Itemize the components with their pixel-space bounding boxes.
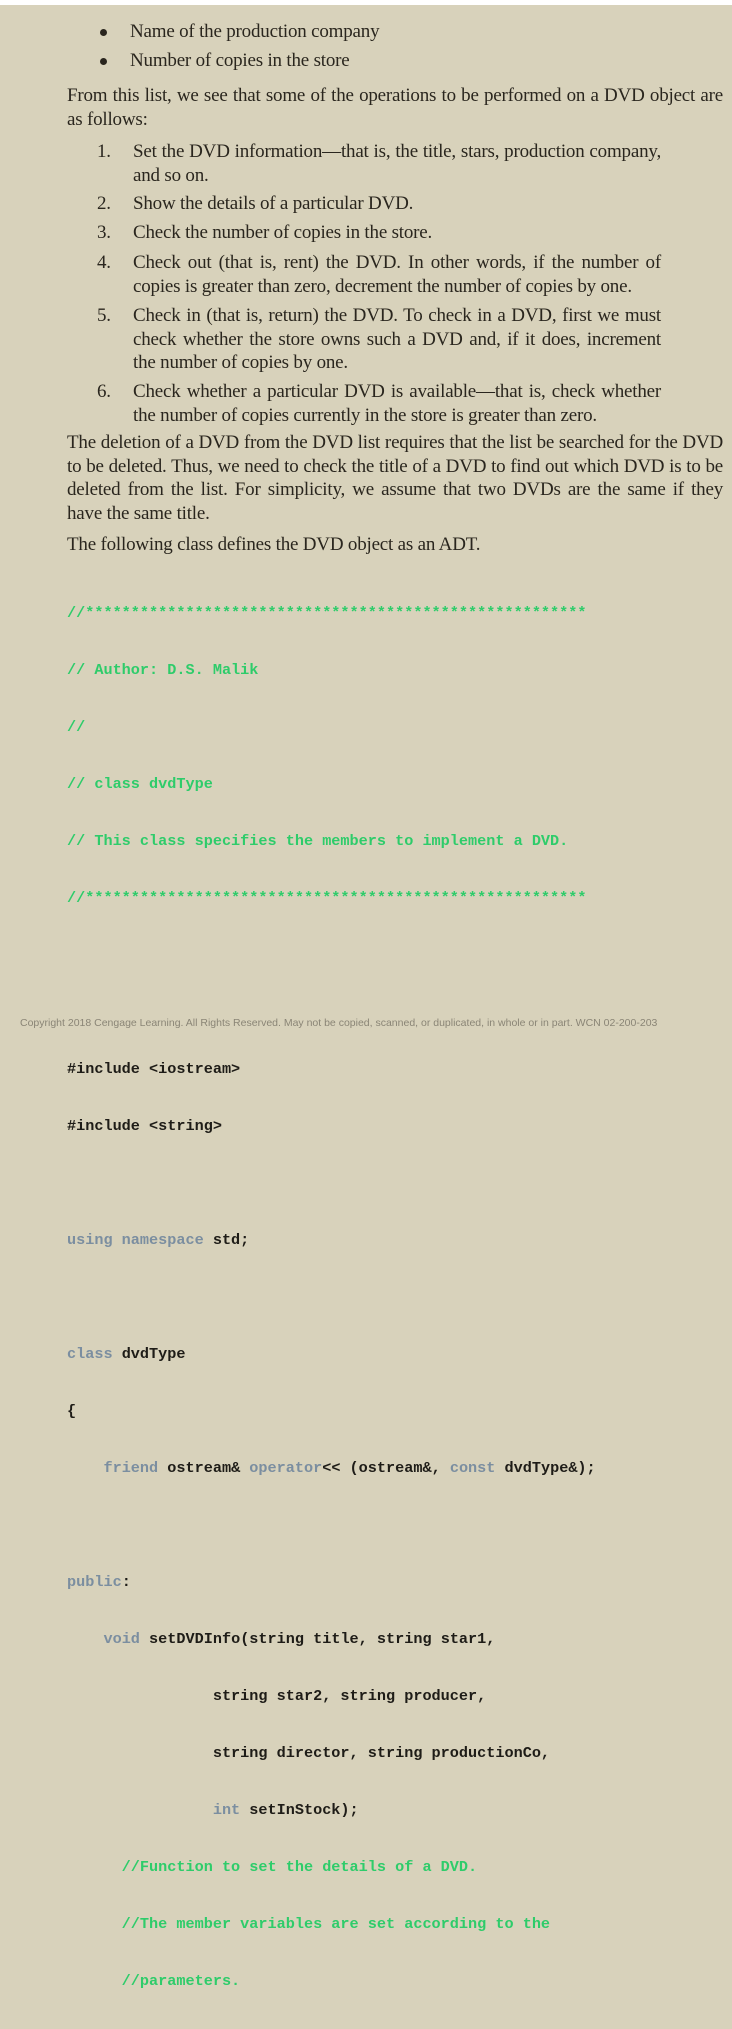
item-number: 3.	[97, 222, 111, 243]
code-public-line: public:	[67, 1573, 596, 1592]
code-keyword: friend	[103, 1459, 159, 1477]
item-number: 4.	[97, 252, 111, 273]
code-keyword: public	[67, 1573, 122, 1591]
code-comment-line: //**************************************…	[67, 604, 587, 622]
code-setinfo-line: string director, string productionCo,	[67, 1744, 551, 1762]
code-keyword: const	[449, 1459, 496, 1477]
code-listing: //**************************************…	[67, 566, 596, 2029]
code-comment-line: //**************************************…	[67, 889, 587, 907]
code-friend-line: friend ostream& operator<< (ostream&, co…	[67, 1459, 596, 1478]
bullet-text: Number of copies in the store	[130, 50, 350, 71]
bullet-icon	[100, 58, 107, 65]
item-text: Check the number of copies in the store.	[133, 222, 433, 243]
copyright-footer: Copyright 2018 Cengage Learning. All Rig…	[20, 1017, 658, 1029]
code-comment-line: //The member variables are set according…	[67, 1915, 551, 1933]
intro-paragraph: From this list, we see that some of the …	[67, 85, 723, 130]
adt-intro-paragraph: The following class defines the DVD obje…	[67, 534, 481, 555]
code-identifier: dvdType	[112, 1345, 186, 1363]
code-identifier: setInStock);	[240, 1801, 359, 1819]
code-identifier: setDVDInfo(string title, string star1,	[139, 1630, 496, 1648]
item-text: Show the details of a particular DVD.	[133, 193, 414, 214]
operation-item: 5. Check in (that is, return) the DVD. T…	[97, 304, 661, 375]
operation-item: 6. Check whether a particular DVD is ava…	[97, 380, 661, 427]
code-setinfo-line: int setInStock);	[67, 1801, 596, 1820]
code-comment-line: // This class specifies the members to i…	[67, 832, 569, 850]
code-identifier: ostream&	[158, 1459, 250, 1477]
code-comment-line: //Function to set the details of a DVD.	[67, 1858, 478, 1876]
code-class-line: class dvdType	[67, 1345, 596, 1364]
code-setinfo-line: void setDVDInfo(string title, string sta…	[67, 1630, 596, 1649]
code-keyword: class	[67, 1345, 113, 1363]
deletion-paragraph: The deletion of a DVD from the DVD list …	[67, 432, 723, 524]
operation-item: 4. Check out (that is, rent) the DVD. In…	[97, 251, 661, 298]
book-page: Name of the production company Number of…	[0, 5, 732, 1990]
code-comment-line: // class dvdType	[67, 775, 213, 793]
item-number: 1.	[97, 141, 111, 162]
code-include-iostream: #include <iostream>	[67, 1060, 241, 1078]
item-number: 6.	[97, 381, 111, 402]
code-identifier: :	[121, 1573, 131, 1591]
item-text: Set the DVD information—that is, the tit…	[133, 141, 661, 186]
code-comment-line: //parameters.	[67, 1972, 241, 1990]
item-text: Check out (that is, rent) the DVD. In ot…	[133, 252, 661, 297]
item-text: Check whether a particular DVD is availa…	[133, 381, 661, 426]
item-number: 5.	[97, 305, 111, 326]
code-keyword: int	[212, 1801, 241, 1819]
code-identifier: dvdType&);	[495, 1459, 596, 1477]
code-keyword: using namespace	[67, 1231, 204, 1249]
operation-item: 3. Check the number of copies in the sto…	[97, 221, 661, 245]
code-comment-line: //	[67, 718, 86, 736]
code-keyword: void	[103, 1630, 140, 1648]
operation-item: 1. Set the DVD information—that is, the …	[97, 140, 661, 187]
code-setinfo-line: string star2, string producer,	[67, 1687, 487, 1705]
bullet-text: Name of the production company	[130, 21, 380, 42]
code-keyword: operator	[249, 1459, 323, 1477]
operation-item: 2. Show the details of a particular DVD.	[97, 192, 661, 216]
item-number: 2.	[97, 193, 111, 214]
item-text: Check in (that is, return) the DVD. To c…	[133, 305, 661, 374]
code-using-line: using namespace std;	[67, 1231, 596, 1250]
bullet-icon	[100, 29, 107, 36]
code-identifier: << (ostream&,	[322, 1459, 450, 1477]
code-include-string: #include <string>	[67, 1117, 222, 1135]
code-open-brace: {	[67, 1402, 77, 1420]
code-comment-line: // Author: D.S. Malik	[67, 661, 259, 679]
code-identifier: std;	[203, 1231, 250, 1249]
